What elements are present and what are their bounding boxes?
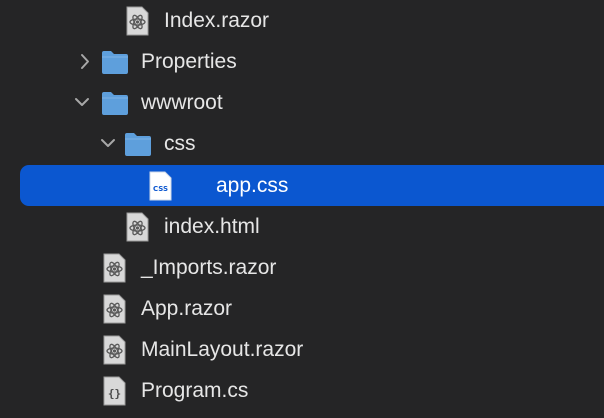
tree-item-label: css [164, 132, 196, 155]
tree-item-index-html[interactable]: index.html [0, 206, 604, 247]
html-file-icon [126, 212, 149, 242]
tree-item-label: wwwroot [141, 91, 223, 114]
tree-item-app-razor[interactable]: App.razor [0, 288, 604, 329]
tree-item-program-cs[interactable]: {} Program.cs [0, 370, 604, 411]
razor-file-icon [103, 335, 126, 365]
tree-item-label: Index.razor [164, 9, 270, 32]
file-tree: Index.razor Properties wwwroot css CSS a… [0, 0, 604, 418]
tree-item-label: _Imports.razor [141, 256, 277, 279]
tree-item-wwwroot[interactable]: wwwroot [0, 82, 604, 123]
razor-file-icon [103, 294, 126, 324]
braces-badge: {} [108, 387, 121, 400]
tree-item-label: MainLayout.razor [141, 338, 304, 361]
tree-item-imports-razor[interactable]: _Imports.razor [0, 247, 604, 288]
folder-icon [125, 133, 151, 156]
tree-item-label: app.css [216, 174, 289, 197]
tree-item-index-razor[interactable]: Index.razor [0, 0, 604, 41]
tree-item-label: Properties [141, 50, 237, 73]
css-file-icon: CSS [149, 171, 172, 201]
razor-file-icon [126, 6, 149, 36]
chevron-down-icon[interactable] [72, 82, 92, 123]
chevron-right-icon[interactable] [76, 41, 96, 82]
tree-item-label: App.razor [141, 297, 233, 320]
css-badge: CSS [153, 185, 168, 193]
tree-item-app-css[interactable]: CSS app.css [20, 165, 604, 206]
tree-item-properties[interactable]: Properties [0, 41, 604, 82]
folder-icon [102, 51, 128, 74]
tree-item-mainlayout-razor[interactable]: MainLayout.razor [0, 329, 604, 370]
csharp-file-icon: {} [103, 376, 126, 406]
tree-item-label: Program.cs [141, 379, 249, 402]
razor-file-icon [103, 253, 126, 283]
chevron-down-icon[interactable] [98, 123, 118, 164]
tree-item-label: index.html [164, 215, 260, 238]
folder-icon [102, 92, 128, 115]
tree-item-css-folder[interactable]: css [0, 123, 604, 164]
